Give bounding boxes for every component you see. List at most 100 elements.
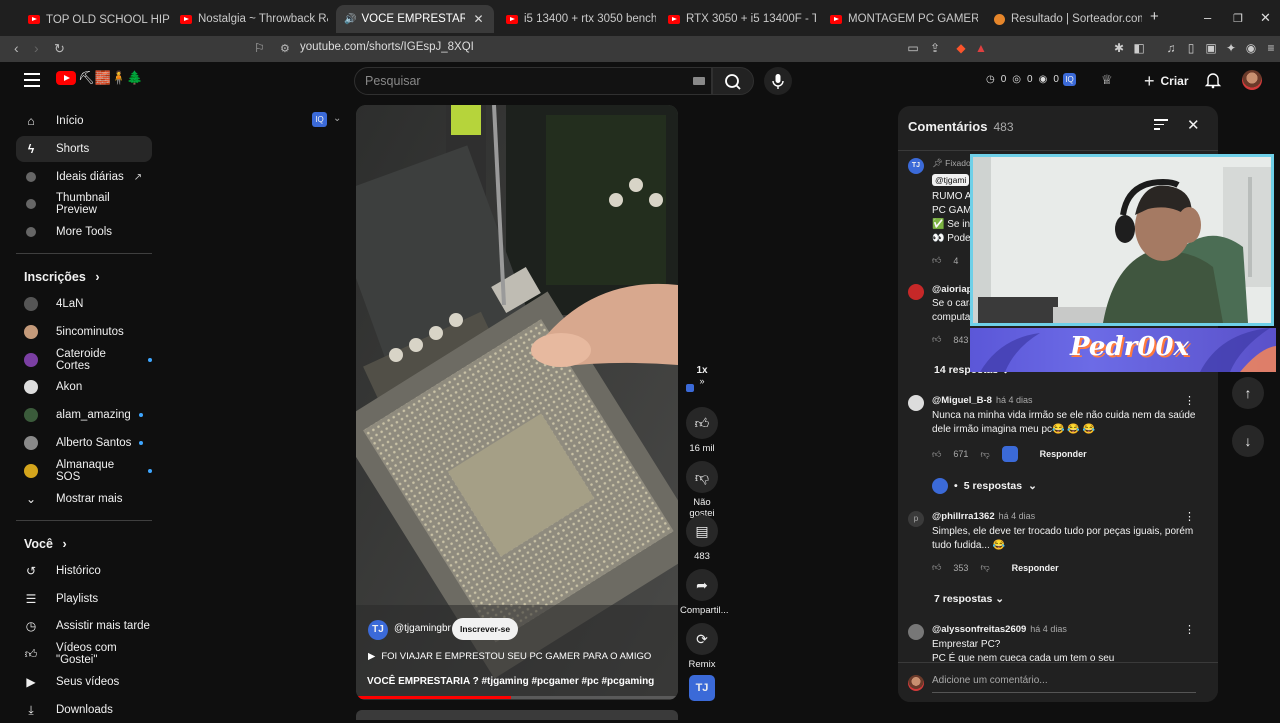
- browser-tab[interactable]: RTX 3050 + i5 13400F - Test in 18 Ga: [660, 5, 816, 33]
- commenter-avatar[interactable]: TJ: [908, 158, 924, 174]
- reply-button[interactable]: Responder: [1040, 449, 1087, 459]
- commenter-avatar[interactable]: [908, 395, 924, 411]
- youtube-logo-icon[interactable]: [56, 71, 76, 85]
- search-button[interactable]: [712, 67, 754, 95]
- share-page-icon[interactable]: ⇪: [928, 41, 942, 55]
- sidebar-item-downloads[interactable]: ⤓ Downloads: [16, 697, 152, 723]
- channel-name[interactable]: @tjgamingbr: [394, 623, 451, 634]
- sidebar-subscription-item[interactable]: 5incominutos: [16, 319, 152, 345]
- sidebar-item-daily-ideas[interactable]: Ideais diárias ↗: [16, 164, 152, 190]
- create-button[interactable]: + Criar: [1136, 68, 1194, 94]
- sort-comments-button[interactable]: [1154, 119, 1168, 130]
- url-field[interactable]: youtube.com/shorts/IGEspJ_8XQI: [300, 41, 474, 53]
- sidebar-subscription-item[interactable]: 4LaN: [16, 291, 152, 317]
- chevron-down-icon[interactable]: ⌄: [333, 113, 341, 124]
- sidebar-item-more-tools[interactable]: More Tools: [16, 219, 152, 245]
- leo-ai-icon[interactable]: ✦: [1224, 41, 1238, 55]
- sidebar-item-home[interactable]: ⌂ Início: [16, 108, 152, 134]
- channel-thumbnail[interactable]: TJ: [680, 675, 724, 701]
- comment-more-icon[interactable]: ⋮: [1184, 510, 1195, 523]
- progress-bar[interactable]: [356, 696, 678, 699]
- show-more-button[interactable]: ⌄ Mostrar mais: [16, 486, 152, 512]
- bookmark-icon[interactable]: ⚐: [254, 41, 265, 55]
- menu-icon[interactable]: ≡: [1264, 41, 1278, 55]
- commenter-avatar[interactable]: [908, 624, 924, 640]
- brave-shield-icon[interactable]: ◆: [954, 41, 968, 55]
- view-replies-button[interactable]: 7 respostas ⌄: [934, 593, 1004, 605]
- music-icon[interactable]: ♫: [1164, 41, 1178, 55]
- sidebar-subscription-item[interactable]: Almanaque SOS: [16, 458, 152, 484]
- comment-author[interactable]: @phillrra1362: [932, 511, 995, 522]
- browser-tab[interactable]: TOP OLD SCHOOL HIP HOP🔥🔥 Ice: [20, 5, 170, 33]
- browser-tab[interactable]: Nostalgia ~ Throwback R&B Classics: [172, 5, 328, 33]
- close-window-icon[interactable]: ✕: [1260, 10, 1271, 26]
- comment-author[interactable]: @Miguel_B-8: [932, 395, 992, 406]
- dislike-button[interactable]: 👎︎ Não gostei: [680, 461, 724, 519]
- notifications-button[interactable]: [1204, 71, 1222, 92]
- voice-search-button[interactable]: [764, 67, 792, 95]
- trophy-icon[interactable]: ♕: [1101, 72, 1113, 88]
- back-icon[interactable]: ‹: [14, 40, 19, 56]
- comment-more-icon[interactable]: ⋮: [1184, 623, 1195, 636]
- browser-tab[interactable]: MONTAGEM PC GAMER INTEL GIGA: [822, 5, 978, 33]
- shorts-video-player[interactable]: TJ @tjgamingbr Inscrever-se ▶ FOI VIAJAR …: [356, 105, 678, 700]
- sound-link[interactable]: ▶ FOI VIAJAR E EMPRESTOU SEU PC GAMER PAR…: [368, 651, 651, 662]
- commenter-avatar[interactable]: [908, 284, 924, 300]
- pinned-author-tag[interactable]: @tjgami: [932, 174, 970, 186]
- minimize-icon[interactable]: –: [1204, 10, 1211, 25]
- restore-icon[interactable]: ❐: [1233, 12, 1243, 25]
- account-avatar[interactable]: [1242, 70, 1262, 90]
- close-tab-icon[interactable]: ✕: [473, 12, 483, 26]
- comment-more-icon[interactable]: ⋮: [1184, 394, 1195, 407]
- browser-tab-active[interactable]: 🔊VOCÊ EMPRESTARIA ? #tjgaming✕: [336, 5, 494, 33]
- brave-rewards-icon[interactable]: ▲: [974, 41, 988, 55]
- site-info-icon[interactable]: ⚙: [280, 42, 290, 55]
- dislike-comment-icon[interactable]: 👎︎: [980, 449, 989, 460]
- sidebar-item-playlists[interactable]: ☰ Playlists: [16, 586, 152, 612]
- cast-icon[interactable]: ▭: [906, 41, 920, 55]
- you-header[interactable]: Você ›: [24, 537, 67, 551]
- remix-button[interactable]: ⟳ Remix: [680, 623, 724, 670]
- like-comment-icon[interactable]: 👍︎: [932, 255, 941, 266]
- comment-author[interactable]: @alyssonfreitas2609: [932, 624, 1026, 635]
- add-comment-input[interactable]: Adicione um comentário...: [932, 675, 1196, 693]
- vidiq-panel-icon[interactable]: IQ: [312, 112, 327, 127]
- search-input[interactable]: Pesquisar: [354, 67, 712, 95]
- channel-avatar[interactable]: TJ: [368, 620, 388, 640]
- browser-tab[interactable]: i5 13400 + rtx 3050 benchmark - Yo: [498, 5, 656, 33]
- close-comments-icon[interactable]: ✕: [1187, 116, 1200, 134]
- sidebar-item-history[interactable]: ↺ Histórico: [16, 558, 152, 584]
- reload-icon[interactable]: ↻: [54, 41, 65, 57]
- extension-icon[interactable]: ◧: [1132, 41, 1146, 55]
- keyboard-icon[interactable]: [693, 77, 705, 85]
- browser-tab[interactable]: Resultado | Sorteador.com.br - O Site: [986, 5, 1142, 33]
- share-button[interactable]: ➦ Compartil...: [680, 569, 729, 616]
- subscriptions-header[interactable]: Inscrições ›: [24, 270, 100, 284]
- hamburger-menu-icon[interactable]: [24, 72, 40, 87]
- sidebar-item-liked-videos[interactable]: 👍︎ Vídeos com "Gostei": [16, 641, 152, 667]
- next-short-button[interactable]: ↓: [1232, 425, 1264, 457]
- forward-icon[interactable]: ›: [34, 40, 39, 56]
- sidebar-item-your-videos[interactable]: ▶ Seus vídeos: [16, 669, 152, 695]
- comments-button[interactable]: ▤ 483: [680, 515, 724, 562]
- vpn-icon[interactable]: ◉: [1244, 41, 1258, 55]
- commenter-avatar[interactable]: p: [908, 511, 924, 527]
- like-comment-icon[interactable]: 👍︎: [932, 562, 941, 573]
- speed-indicator[interactable]: 1x»: [680, 365, 724, 386]
- sidebar-item-shorts[interactable]: ϟ Shorts: [16, 136, 152, 162]
- wallet-icon[interactable]: ▣: [1204, 41, 1218, 55]
- new-tab-icon[interactable]: +: [1150, 8, 1159, 25]
- previous-short-button[interactable]: ↑: [1232, 377, 1264, 409]
- extension-icon[interactable]: ✱: [1112, 41, 1126, 55]
- sidebar-subscription-item[interactable]: Alberto Santos: [16, 430, 152, 456]
- sidebar-toggle-icon[interactable]: ▯: [1184, 41, 1198, 55]
- next-short-preview[interactable]: [356, 710, 678, 720]
- dislike-comment-icon[interactable]: 👎︎: [980, 562, 989, 573]
- sidebar-subscription-item[interactable]: alam_amazing: [16, 402, 152, 428]
- subscribe-button[interactable]: Inscrever-se: [452, 618, 519, 640]
- like-button[interactable]: 👍︎ 16 mil: [680, 407, 724, 454]
- vidiq-icon[interactable]: IQ: [1063, 73, 1076, 86]
- like-comment-icon[interactable]: 👍︎: [932, 449, 941, 460]
- sidebar-item-thumbnail-preview[interactable]: Thumbnail Preview: [16, 191, 152, 217]
- comment-author[interactable]: @aioriapl: [932, 284, 975, 295]
